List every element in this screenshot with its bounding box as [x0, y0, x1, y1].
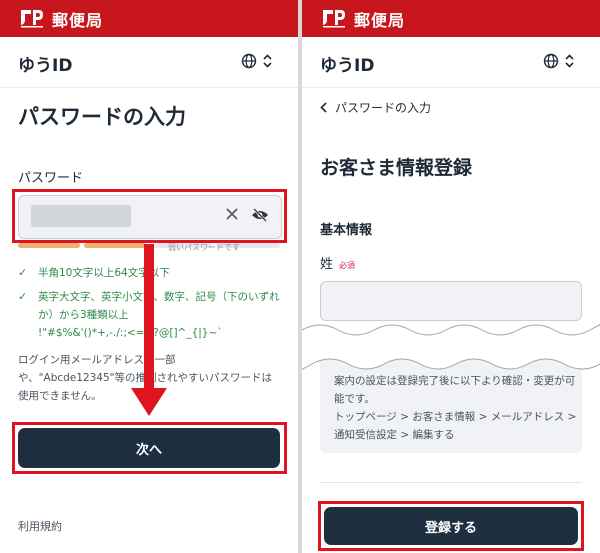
- brand-title: ゆうID: [320, 56, 375, 76]
- globe-icon: [241, 53, 257, 69]
- password-highlight-box: [12, 189, 287, 243]
- left-panel: 郵便局 ゆうID パスワードの入力 パスワード 弱いパスワードです ✓ 半角10…: [0, 0, 298, 553]
- right-panel: 郵便局 ゆうID パスワードの入力 お客さま情報登録 基本情報 姓必須 案内の設…: [302, 0, 600, 553]
- last-name-label: 姓必須: [320, 257, 356, 272]
- japan-post-logo-icon: [18, 8, 44, 30]
- back-link[interactable]: パスワードの入力: [320, 99, 431, 116]
- red-arrow-head: [131, 388, 167, 416]
- last-name-input[interactable]: [320, 281, 582, 321]
- chevron-updown-icon: [263, 54, 272, 68]
- section-title: 基本情報: [320, 223, 373, 238]
- language-selector[interactable]: [241, 53, 272, 69]
- top-bar: 郵便局: [302, 0, 600, 37]
- section-divider: [320, 482, 582, 483]
- next-highlight-box: [12, 422, 287, 474]
- check-icon: ✓: [18, 290, 28, 303]
- japan-post-logo-icon: [320, 8, 346, 30]
- brand-title: ゆうID: [18, 56, 73, 76]
- register-highlight-box: [318, 501, 584, 551]
- app-name: 郵便局: [52, 10, 104, 30]
- app-name: 郵便局: [354, 10, 406, 30]
- strength-label: 弱いパスワードです: [168, 243, 240, 252]
- chevron-updown-icon: [565, 54, 574, 68]
- info-text: 案内の設定は登録完了後に以下より確認・変更が可能です。 トップページ > お客さ…: [334, 375, 577, 441]
- chevron-left-icon: [320, 102, 327, 113]
- red-arrow: [144, 244, 154, 392]
- terms-link[interactable]: 利用規約: [18, 518, 62, 534]
- sub-header: ゆうID: [0, 37, 298, 88]
- check-icon: ✓: [18, 266, 28, 279]
- page-title: お客さま情報登録: [320, 157, 473, 179]
- globe-icon: [543, 53, 559, 69]
- password-label: パスワード: [18, 171, 84, 186]
- page-title: パスワードの入力: [18, 105, 186, 129]
- top-bar: 郵便局: [0, 0, 298, 37]
- back-label: パスワードの入力: [335, 101, 432, 115]
- required-badge: 必須: [339, 261, 356, 270]
- language-selector[interactable]: [543, 53, 574, 69]
- sub-header: ゆうID: [302, 37, 600, 88]
